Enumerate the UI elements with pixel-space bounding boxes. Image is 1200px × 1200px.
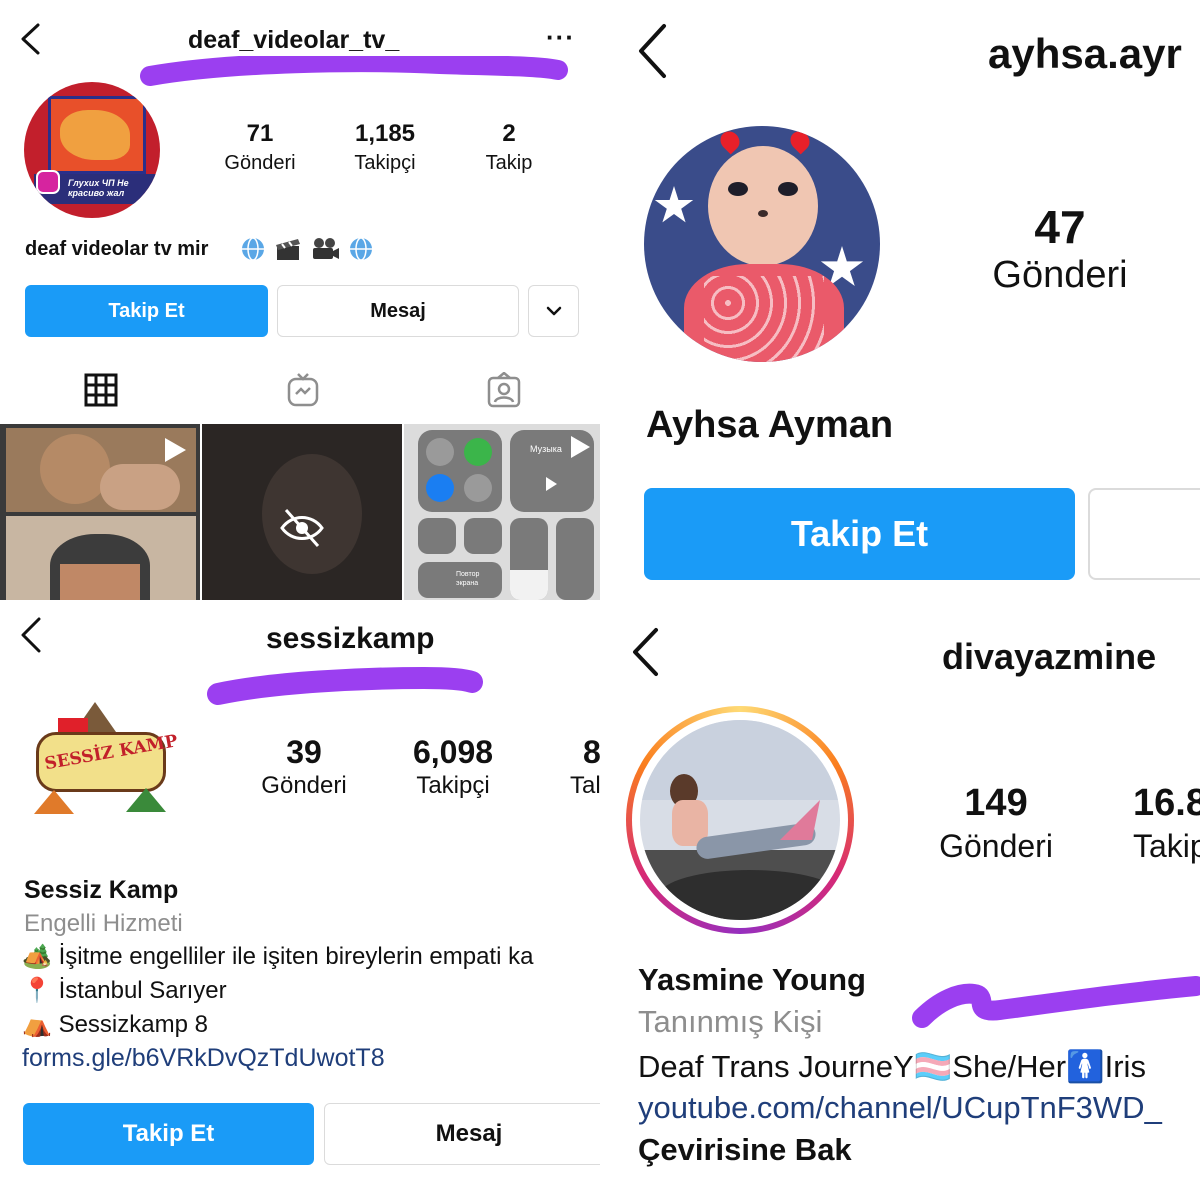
posts-count: 71 — [246, 120, 274, 147]
profile-avatar[interactable]: Глухих ЧП Не красиво жал — [24, 82, 160, 218]
profile-username: divayazmine — [942, 636, 1157, 677]
profile-full-name: Ayhsa Ayman — [646, 404, 894, 446]
profile-avatar-story-ring[interactable] — [626, 706, 854, 934]
followers-count[interactable]: 1,185 — [335, 120, 435, 148]
followers-label[interactable]: Takip — [1133, 828, 1200, 865]
video-play-icon — [165, 438, 186, 462]
redaction-scribble — [140, 56, 568, 86]
tent-icon: ⛺ — [22, 1011, 52, 1038]
back-arrow-icon[interactable] — [18, 616, 44, 654]
back-arrow-icon[interactable] — [18, 22, 44, 56]
following-label[interactable]: Takip — [464, 152, 554, 175]
grid-icon[interactable] — [84, 373, 118, 407]
profile-category: Tanınmış Kişi — [638, 1004, 823, 1039]
bio-emoji-row — [240, 236, 374, 262]
back-arrow-icon[interactable] — [630, 626, 662, 678]
redaction-scribble — [207, 666, 483, 705]
bio-link[interactable]: forms.gle/b6VRkDvQzTdUwotT8 — [22, 1044, 385, 1073]
bio-line: 📍 İstanbul Sarıyer — [22, 976, 227, 1005]
posts-label: Gönderi — [939, 828, 1053, 864]
location-pin-icon: 📍 — [22, 977, 52, 1004]
hidden-eye-icon — [280, 509, 324, 547]
profile-username: deaf_videolar_tv_ — [188, 26, 400, 54]
bio-line-text: İşitme engelliler ile işiten bireylerin … — [58, 943, 534, 970]
profile-panel-ayhsa: ayhsa.ayr 47 Gönderi Ayhsa Ayman Takip E… — [600, 0, 1200, 600]
following-label[interactable]: Tal — [570, 772, 600, 800]
follow-button[interactable]: Takip Et — [23, 1103, 314, 1165]
message-button[interactable] — [1088, 488, 1200, 580]
avatar-caption: Глухих ЧП Не красиво жал — [68, 178, 129, 198]
profile-username: ayhsa.ayr — [988, 30, 1182, 77]
profile-avatar[interactable] — [644, 126, 880, 362]
profile-avatar — [640, 720, 840, 920]
posts-label: Gönderi — [224, 152, 296, 174]
redaction-scribble — [912, 976, 1200, 1028]
tagged-icon[interactable] — [486, 372, 522, 408]
profile-panel-deaf-videolar: deaf_videolar_tv_ ··· Глухих ЧП Не краси… — [0, 0, 600, 600]
music-widget-label: Музыка — [530, 444, 562, 454]
play-icon — [546, 477, 557, 491]
profile-username: sessizkamp — [266, 622, 435, 655]
chevron-down-icon — [546, 306, 561, 316]
screenshot-collage: deaf_videolar_tv_ ··· Глухих ЧП Не краси… — [0, 0, 1200, 1200]
posts-count: 47 — [1034, 201, 1086, 253]
video-play-icon — [571, 436, 590, 458]
profile-full-name: Yasmine Young — [638, 962, 866, 997]
followers-count[interactable]: 6,098 — [398, 734, 508, 771]
profile-panel-sessizkamp: sessizkamp SESSİZ KAMP 39 Gönderi 6,098 … — [0, 600, 600, 1200]
posts-count: 149 — [964, 782, 1028, 824]
followers-count[interactable]: 16.8 — [1133, 782, 1200, 825]
clapper-icon — [276, 239, 300, 260]
bio-name: deaf videolar tv mir — [25, 238, 209, 260]
profile-full-name: Sessiz Kamp — [24, 876, 179, 904]
post-thumbnail[interactable] — [0, 424, 200, 600]
see-translation-link[interactable]: Çevirisine Bak — [638, 1132, 852, 1168]
message-button[interactable]: Mesaj — [277, 285, 519, 337]
bio-text: Deaf Trans JourneY🏳️‍⚧️She/Her🚺Iris — [638, 1049, 1146, 1084]
bio-link[interactable]: youtube.com/channel/UCupTnF3WD_ — [638, 1090, 1162, 1126]
posts-label: Gönderi — [261, 772, 347, 799]
post-thumbnail[interactable] — [202, 424, 402, 600]
follow-button[interactable]: Takip Et — [644, 488, 1075, 580]
post-thumbnail[interactable]: Музыка Повтор экрана — [404, 424, 600, 600]
posts-count: 39 — [286, 734, 322, 770]
camera-icon — [313, 238, 339, 259]
bio-line: 🏕️ İşitme engelliler ile işiten bireyler… — [22, 942, 533, 971]
suggestions-dropdown-button[interactable] — [528, 285, 579, 337]
more-options-icon[interactable]: ··· — [546, 22, 575, 53]
tent-icon: 🏕️ — [22, 943, 52, 970]
globe-icon — [350, 237, 372, 261]
bio-line-text: İstanbul Sarıyer — [58, 977, 227, 1004]
profile-panel-divayazmine: divayazmine 149 Gönderi 16.8 Takip Yasmi… — [600, 600, 1200, 1200]
igtv-icon[interactable] — [286, 372, 320, 408]
screen-mirror-label: Повтор экрана — [456, 571, 480, 587]
profile-avatar-logo[interactable]: SESSİZ KAMP — [30, 700, 179, 816]
followers-label[interactable]: Takipçi — [398, 772, 508, 800]
follow-button[interactable]: Takip Et — [25, 285, 268, 337]
posts-label: Gönderi — [992, 254, 1128, 296]
back-arrow-icon[interactable] — [636, 22, 670, 80]
message-button[interactable]: Mesaj — [324, 1103, 600, 1165]
profile-category: Engelli Hizmeti — [24, 910, 183, 937]
bio-line: ⛺ Sessizkamp 8 — [22, 1010, 208, 1039]
following-count[interactable]: 2 — [474, 120, 544, 148]
globe-icon — [242, 237, 264, 261]
followers-label[interactable]: Takipçi — [335, 152, 435, 175]
bio-line-text: Sessizkamp 8 — [58, 1011, 208, 1038]
following-count[interactable]: 8 — [583, 734, 600, 771]
